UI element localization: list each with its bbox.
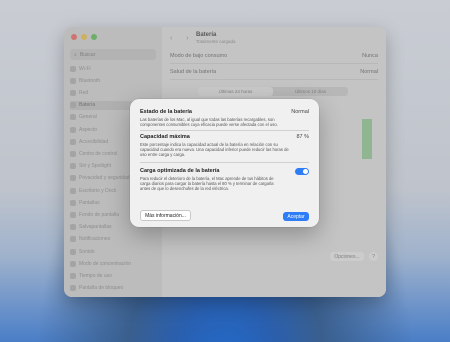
optimized-charging-description: Para reducir el deterioro de la batería,… bbox=[140, 176, 274, 192]
optimized-charging-toggle[interactable] bbox=[295, 168, 309, 175]
optimized-charging-section: Carga optimizada de la batería Para redu… bbox=[140, 168, 309, 192]
battery-state-title: Estado de la batería bbox=[140, 109, 192, 115]
max-capacity-value: 87 % bbox=[296, 134, 309, 140]
max-capacity-description: Este porcentaje indica la capacidad actu… bbox=[140, 142, 289, 158]
max-capacity-title: Capacidad máxima bbox=[140, 134, 190, 140]
divider bbox=[140, 130, 309, 131]
more-info-button[interactable]: Más información... bbox=[140, 210, 191, 221]
battery-health-dialog: Estado de la batería Normal Las baterías… bbox=[130, 99, 319, 227]
max-capacity-section: Capacidad máxima 87 % Este porcentaje in… bbox=[140, 134, 309, 158]
divider bbox=[140, 162, 309, 163]
battery-state-description: Las baterías de los Mac, al igual que to… bbox=[140, 117, 278, 128]
battery-state-section: Estado de la batería Normal Las baterías… bbox=[140, 109, 309, 127]
battery-state-value: Normal bbox=[291, 109, 309, 115]
accept-button[interactable]: Aceptar bbox=[283, 212, 309, 221]
optimized-charging-title: Carga optimizada de la batería bbox=[140, 168, 220, 174]
